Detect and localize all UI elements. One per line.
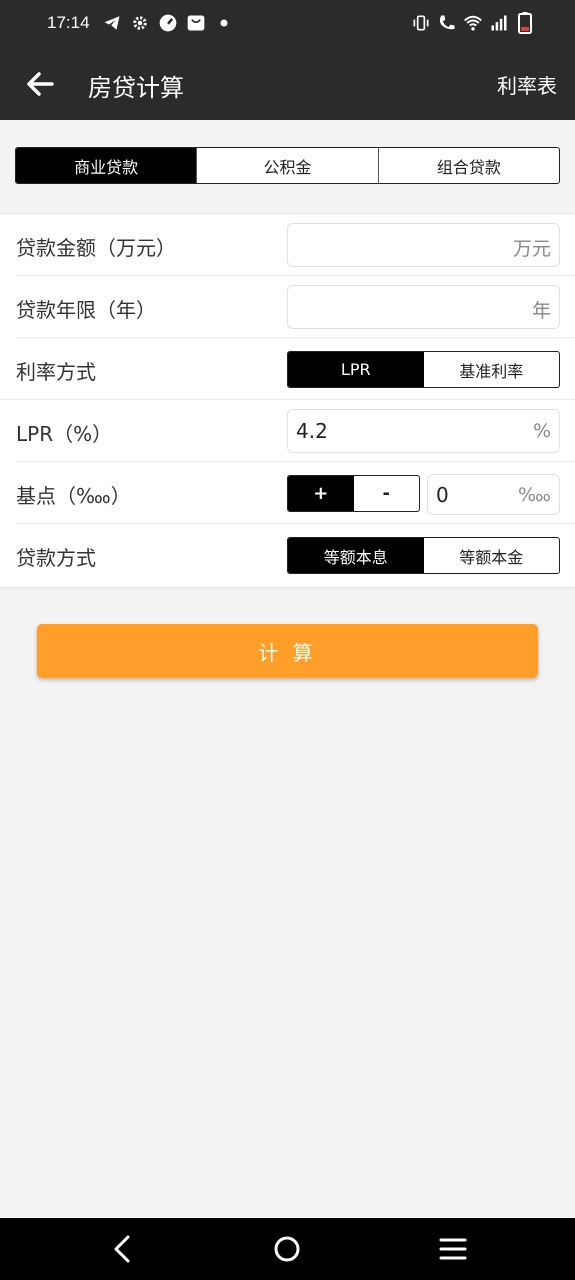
back-icon[interactable] — [107, 1234, 137, 1264]
app-toolbar: 房贷计算 利率表 — [0, 48, 575, 120]
loan-years-row: 贷款年限（年） 年 — [0, 276, 575, 338]
lpr-input[interactable] — [296, 410, 521, 452]
tab-combined-loan[interactable]: 组合贷款 — [379, 148, 559, 183]
system-nav-bar — [0, 1218, 575, 1280]
vibrate-icon — [411, 12, 431, 34]
wifi-icon — [463, 12, 483, 34]
basis-minus-button[interactable]: - — [354, 476, 420, 511]
lpr-unit: % — [532, 420, 551, 442]
dot-icon — [214, 12, 234, 34]
status-bar: 17:14 — [0, 0, 575, 48]
loan-amount-label: 贷款金额（万元） — [16, 236, 176, 260]
repay-mode-row: 贷款方式 等额本息 等额本金 — [0, 524, 575, 586]
wifi-call-icon — [437, 12, 457, 34]
basis-points-row: 基点（‱） + - ‱ — [0, 462, 575, 524]
repay-equal-installment-option[interactable]: 等额本息 — [288, 538, 424, 573]
lpr-field: % — [287, 409, 560, 453]
telegram-icon — [102, 12, 122, 34]
loan-amount-row: 贷款金额（万元） 万元 — [0, 214, 575, 276]
rate-mode-lpr-option[interactable]: LPR — [288, 352, 424, 387]
settings-icon — [130, 12, 150, 34]
rate-mode-selector: LPR 基准利率 — [287, 351, 560, 388]
back-arrow-icon[interactable] — [22, 66, 58, 102]
speedometer-icon — [158, 12, 178, 34]
rate-mode-label: 利率方式 — [16, 360, 96, 384]
tab-commercial-loan[interactable]: 商业贷款 — [16, 148, 198, 183]
recents-icon[interactable] — [438, 1234, 468, 1264]
battery-low-icon — [515, 12, 535, 34]
lpr-row: LPR（%） % — [0, 400, 575, 462]
loan-amount-input[interactable] — [296, 224, 521, 266]
loan-amount-field: 万元 — [287, 223, 560, 267]
loan-type-tabs: 商业贷款 公积金 组合贷款 — [15, 147, 560, 184]
basis-plus-button[interactable]: + — [288, 476, 354, 511]
repay-equal-principal-option[interactable]: 等额本金 — [424, 538, 560, 573]
calculate-button[interactable]: 计 算 — [37, 624, 538, 678]
basis-points-field: ‱ — [427, 474, 560, 515]
basis-points-input[interactable] — [436, 475, 516, 514]
loan-years-label: 贷款年限（年） — [16, 298, 156, 322]
signal-icon — [489, 12, 509, 34]
home-icon[interactable] — [272, 1234, 302, 1264]
repay-mode-label: 贷款方式 — [16, 546, 96, 570]
basis-sign-selector: + - — [287, 475, 420, 512]
rate-mode-row: 利率方式 LPR 基准利率 — [0, 338, 575, 400]
repay-mode-selector: 等额本息 等额本金 — [287, 537, 560, 574]
shopping-bag-icon — [186, 12, 206, 34]
basis-points-unit: ‱ — [518, 484, 551, 506]
loan-years-input[interactable] — [296, 286, 521, 328]
page-title: 房贷计算 — [88, 74, 184, 102]
status-time: 17:14 — [47, 13, 90, 32]
loan-years-field: 年 — [287, 285, 560, 329]
rate-table-button[interactable]: 利率表 — [497, 70, 557, 99]
loan-years-unit: 年 — [531, 300, 551, 322]
loan-form: 贷款金额（万元） 万元 贷款年限（年） 年 利率方式 LPR 基准利率 LPR（… — [0, 213, 575, 588]
lpr-label: LPR（%） — [16, 422, 113, 446]
rate-mode-benchmark-option[interactable]: 基准利率 — [424, 352, 560, 387]
basis-points-label: 基点（‱） — [16, 484, 131, 508]
loan-amount-unit: 万元 — [512, 238, 551, 260]
tab-provident-fund[interactable]: 公积金 — [197, 148, 379, 183]
